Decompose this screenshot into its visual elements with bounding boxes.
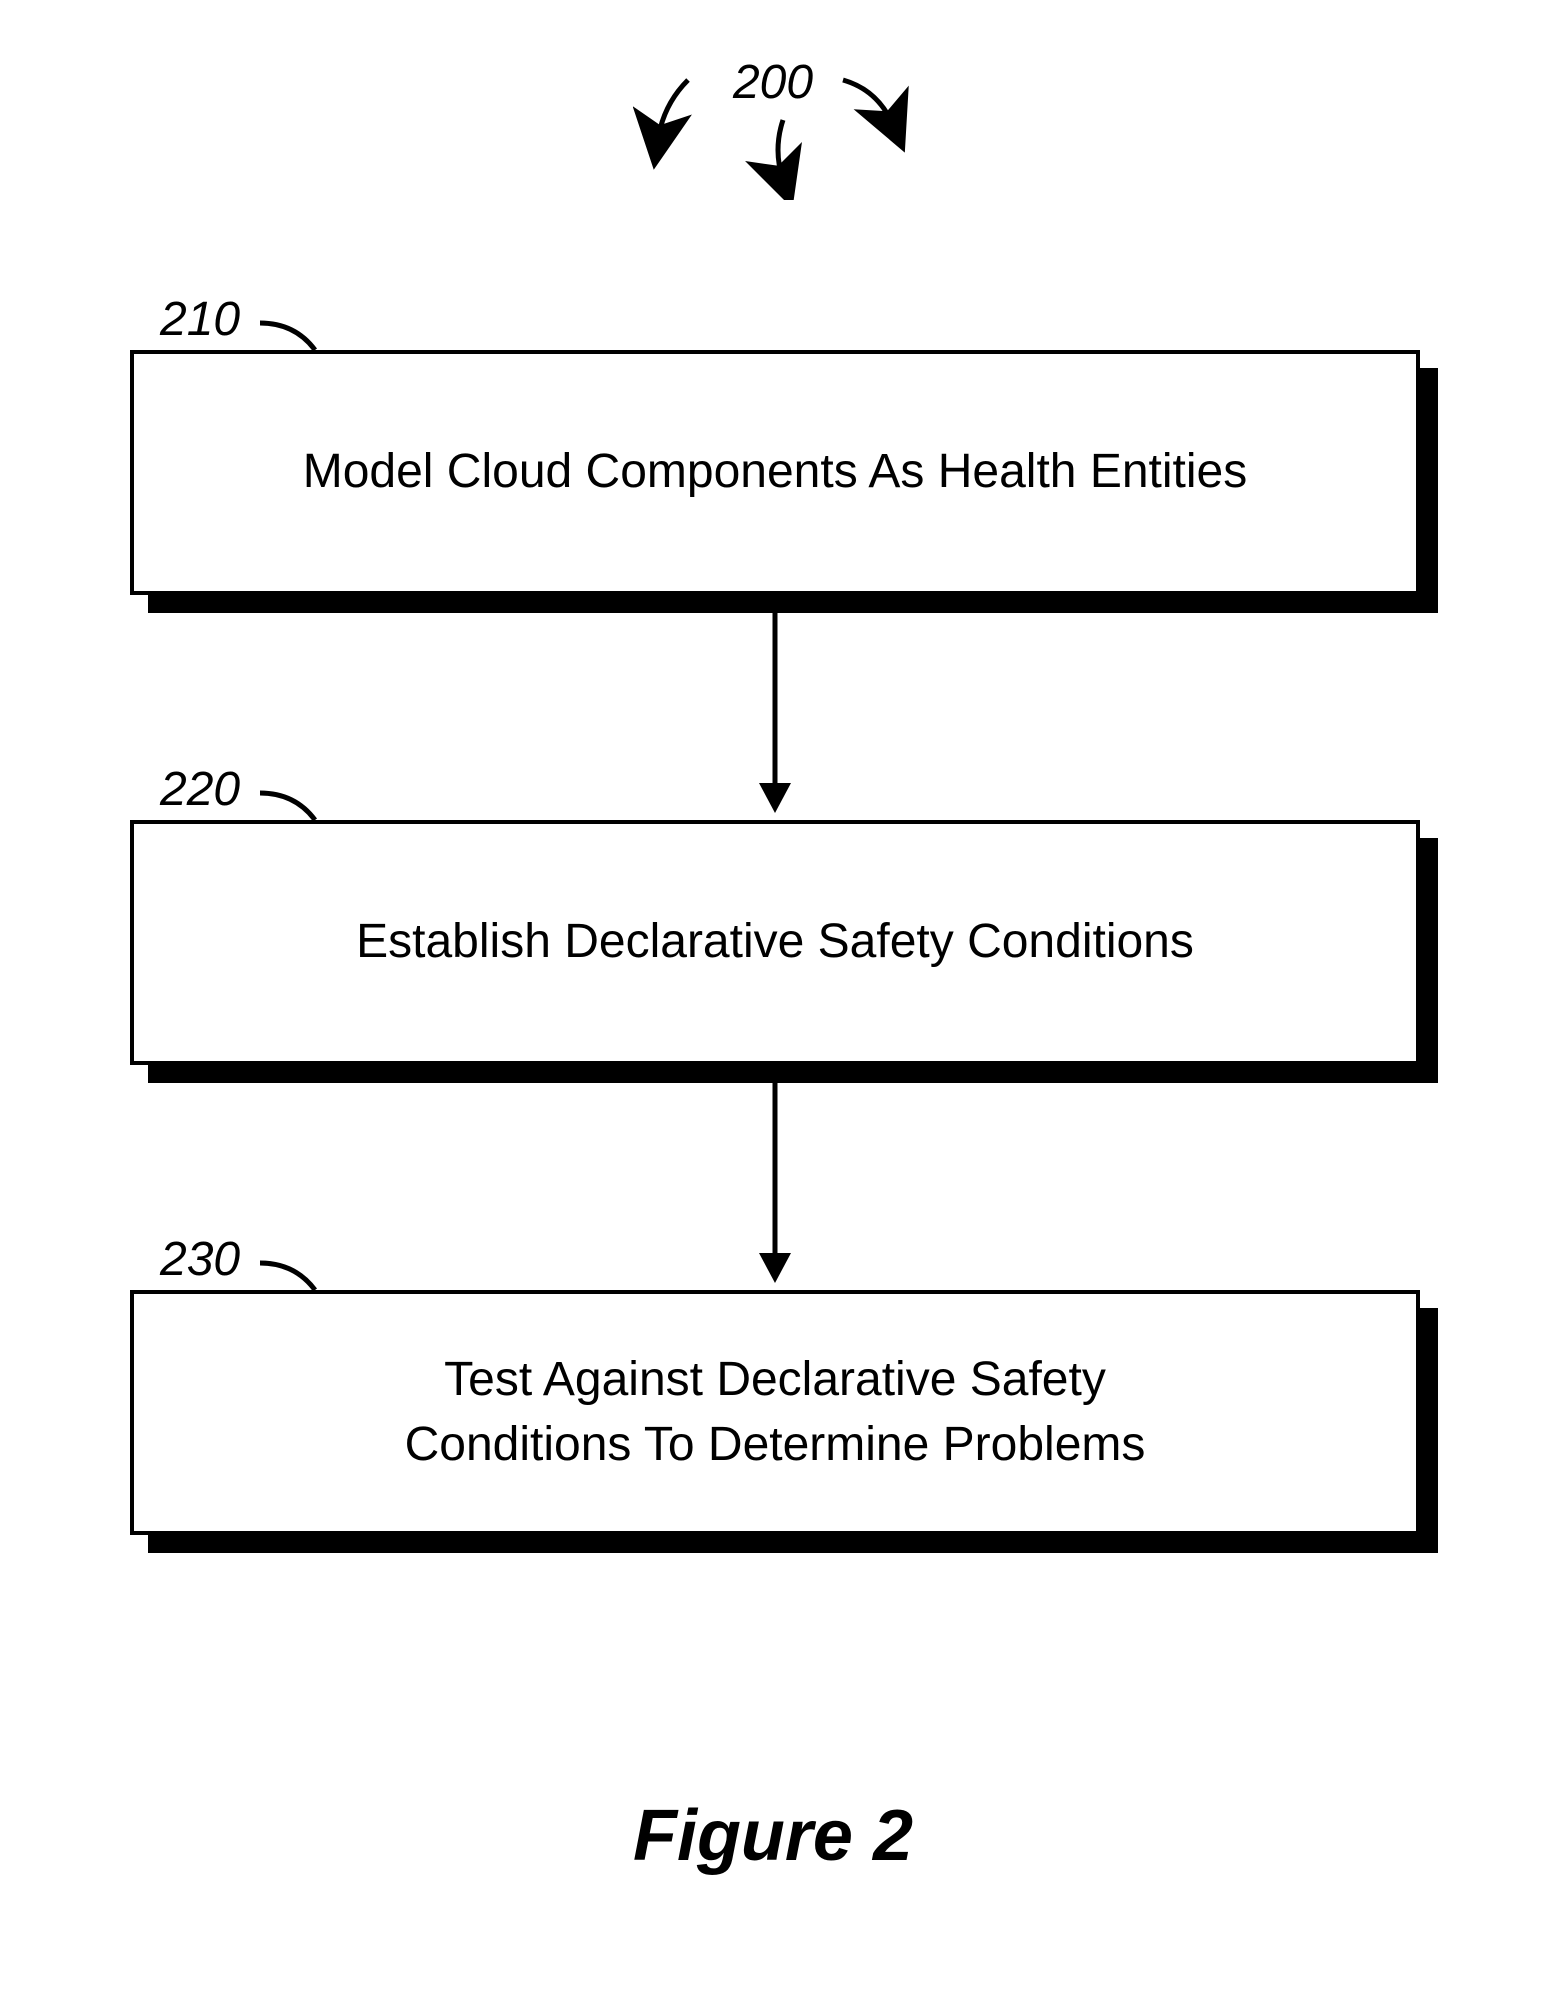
label-connector-icon: [260, 320, 330, 350]
label-connector-icon: [260, 790, 330, 820]
step-box: Establish Declarative Safety Conditions: [130, 820, 1420, 1065]
step-ref-label: 220: [160, 762, 240, 817]
arrow-down-icon: [745, 1065, 805, 1290]
step-text: Model Cloud Components As Health Entitie…: [303, 440, 1248, 505]
step-ref-label: 210: [160, 292, 240, 347]
step-210: 210 Model Cloud Components As Health Ent…: [130, 350, 1420, 595]
arrow-220-to-230: [130, 1065, 1420, 1290]
arrow-down-icon: [745, 595, 805, 820]
step-text: Establish Declarative Safety Conditions: [356, 910, 1194, 975]
flowchart: 210 Model Cloud Components As Health Ent…: [130, 350, 1420, 1535]
scatter-arrows-icon: [633, 50, 913, 200]
step-230: 230 Test Against Declarative SafetyCondi…: [130, 1290, 1420, 1535]
diagram-canvas: 200 210 Model Cloud Components As Health…: [0, 0, 1546, 2007]
arrow-210-to-220: [130, 595, 1420, 820]
step-text: Test Against Declarative SafetyCondition…: [405, 1348, 1146, 1478]
step-ref-label: 230: [160, 1232, 240, 1287]
step-box: Test Against Declarative SafetyCondition…: [130, 1290, 1420, 1535]
step-220: 220 Establish Declarative Safety Conditi…: [130, 820, 1420, 1065]
label-connector-icon: [260, 1260, 330, 1290]
figure-caption: Figure 2: [633, 1795, 913, 1877]
step-box: Model Cloud Components As Health Entitie…: [130, 350, 1420, 595]
